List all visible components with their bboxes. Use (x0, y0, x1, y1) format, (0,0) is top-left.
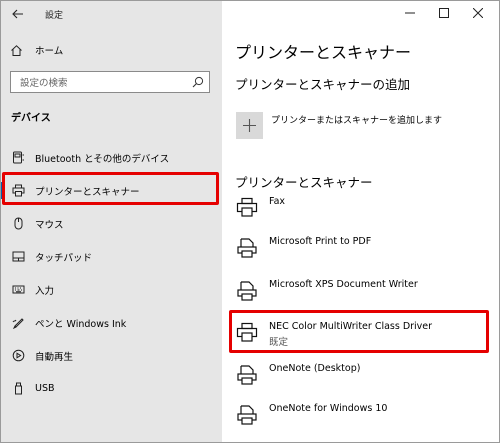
search-icon[interactable] (187, 72, 209, 92)
sidebar-item-label: ペンと Windows Ink (35, 318, 127, 330)
printer-name: NEC Color MultiWriter Class Driver (269, 321, 433, 332)
printer-item-onenote-desktop[interactable]: OneNote (Desktop) (235, 361, 490, 391)
default-status-label: 既定 (269, 337, 289, 348)
printer-item-nec[interactable]: NEC Color MultiWriter Class Driver 既定 (235, 319, 490, 359)
sidebar-item-label: Bluetooth とその他のデバイス (35, 153, 170, 165)
sidebar-item-bluetooth[interactable]: Bluetooth とその他のデバイス (1, 141, 222, 174)
sidebar-item-usb[interactable]: USB (1, 372, 222, 405)
back-button[interactable] (7, 3, 29, 25)
keyboard-icon (11, 283, 25, 297)
mouse-icon (11, 217, 25, 231)
printer-name: Microsoft XPS Document Writer (269, 279, 418, 290)
sidebar-item-printers[interactable]: プリンターとスキャナー (1, 174, 222, 207)
sidebar-item-mouse[interactable]: マウス (1, 207, 222, 240)
pen-icon (11, 316, 25, 330)
back-arrow-icon (12, 9, 23, 19)
sidebar-item-pen[interactable]: ペンと Windows Ink (1, 306, 222, 339)
printer-name: Microsoft Print to PDF (269, 236, 372, 247)
usb-icon (11, 382, 25, 396)
printer-name: Fax (269, 196, 286, 207)
home-icon (9, 43, 23, 57)
add-printer-row[interactable]: プリンターまたはスキャナーを追加します (236, 109, 442, 139)
printer-item-onenote-win10[interactable]: OneNote for Windows 10 (235, 401, 490, 431)
main-content: プリンターとスキャナー プリンターとスキャナーの追加 プリンターまたはスキャナー… (222, 1, 499, 442)
printer-item-pdf[interactable]: Microsoft Print to PDF (235, 234, 490, 264)
keyboard-icon (11, 151, 25, 165)
touchpad-icon (11, 250, 25, 264)
sidebar-item-label: マウス (35, 219, 64, 231)
app-title: 設定 (45, 11, 64, 21)
maximize-icon (439, 8, 449, 18)
window-controls (393, 2, 495, 24)
minimize-icon (405, 12, 415, 14)
search-input[interactable]: 設定の検索 (10, 71, 210, 93)
printer-name: OneNote (Desktop) (269, 363, 361, 374)
printer-icon (235, 196, 259, 220)
section-title: デバイス (11, 113, 51, 124)
sidebar-item-touchpad[interactable]: タッチパッド (1, 240, 222, 273)
printer-icon (235, 279, 259, 303)
printer-item-xps[interactable]: Microsoft XPS Document Writer (235, 277, 490, 307)
minimize-button[interactable] (393, 2, 427, 24)
sidebar-item-label: タッチパッド (35, 252, 93, 264)
plus-icon (243, 119, 256, 132)
add-printer-button[interactable] (236, 112, 263, 139)
sidebar: 設定 ホーム 設定の検索 デバイス Bluetooth とその他のデバイス プリ… (1, 1, 222, 442)
printer-item-fax[interactable]: Fax (235, 194, 490, 224)
maximize-button[interactable] (427, 2, 461, 24)
autoplay-icon (11, 349, 25, 363)
settings-window: 設定 ホーム 設定の検索 デバイス Bluetooth とその他のデバイス プリ… (0, 0, 500, 443)
printer-icon (235, 363, 259, 387)
page-title: プリンターとスキャナー (235, 43, 412, 62)
sidebar-item-label: プリンターとスキャナー (35, 186, 140, 198)
home-label: ホーム (35, 46, 64, 57)
close-button[interactable] (461, 2, 495, 24)
add-printer-label: プリンターまたはスキャナーを追加します (271, 116, 443, 126)
sidebar-item-label: 自動再生 (35, 351, 74, 363)
add-section-title: プリンターとスキャナーの追加 (235, 77, 411, 92)
sidebar-item-autoplay[interactable]: 自動再生 (1, 339, 222, 372)
printer-icon (235, 321, 259, 345)
search-placeholder: 設定の検索 (20, 78, 68, 89)
title-bar: 設定 (1, 1, 222, 27)
sidebar-item-label: 入力 (35, 285, 55, 297)
sidebar-item-input[interactable]: 入力 (1, 273, 222, 306)
printer-name: OneNote for Windows 10 (269, 403, 388, 414)
sidebar-nav: Bluetooth とその他のデバイス プリンターとスキャナー マウス タッチパ… (1, 141, 222, 405)
printer-icon (235, 236, 259, 260)
printer-list-title: プリンターとスキャナー (235, 175, 373, 190)
home-nav-item[interactable]: ホーム (9, 38, 209, 62)
sidebar-item-label: USB (35, 383, 55, 394)
close-icon (473, 8, 483, 18)
printer-icon (235, 403, 259, 427)
printer-icon (11, 184, 25, 198)
